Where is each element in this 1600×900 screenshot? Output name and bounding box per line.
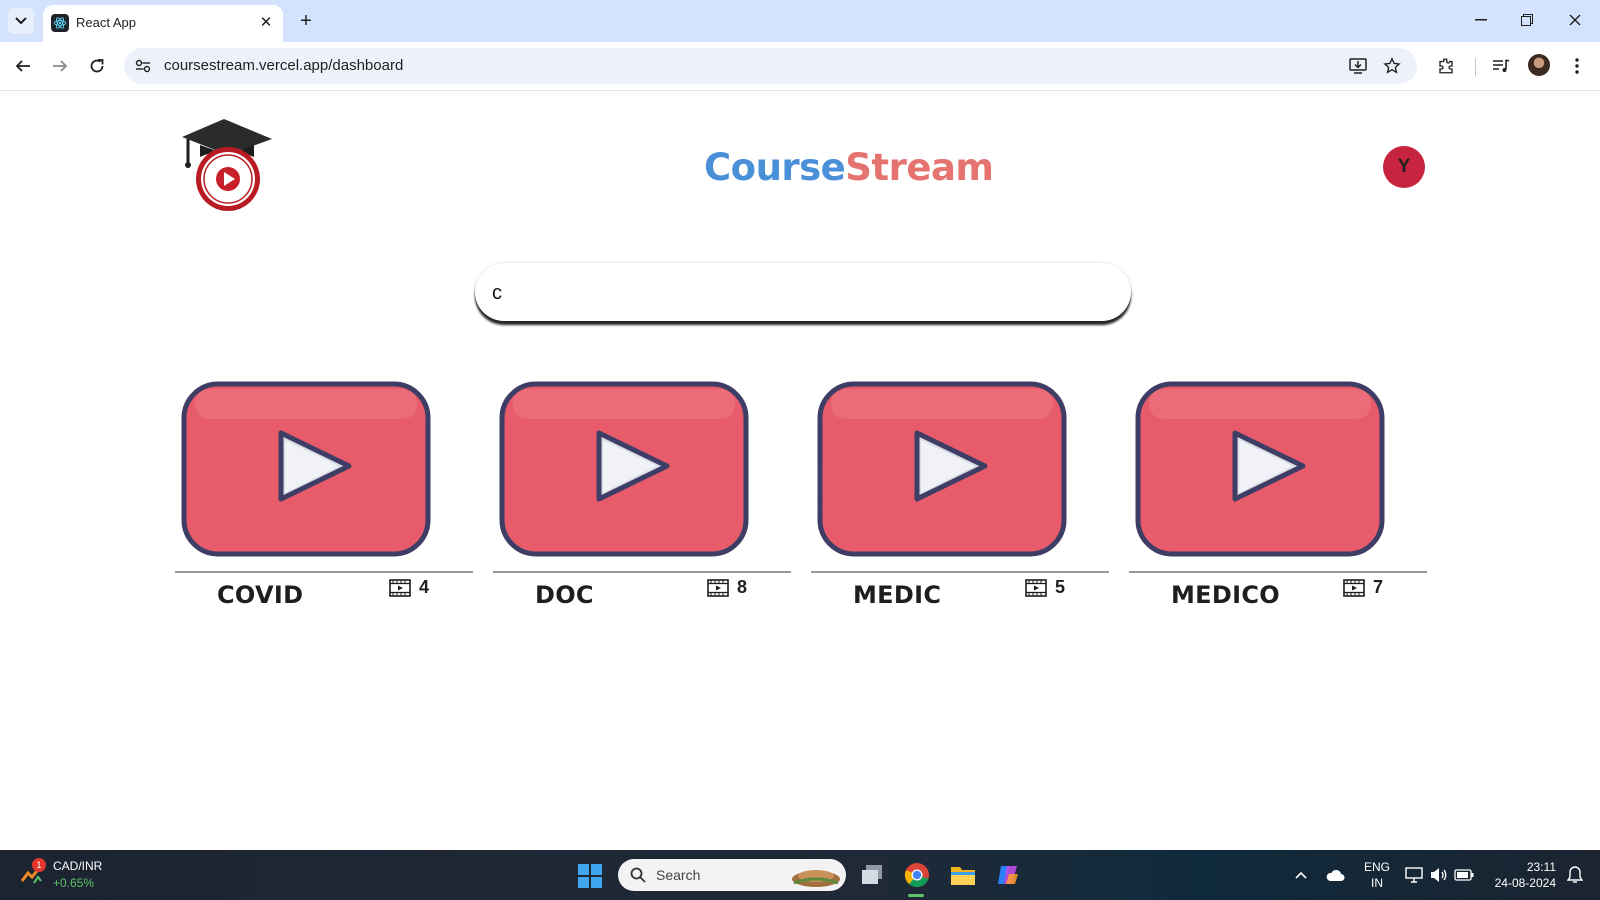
video-count: 8 — [707, 577, 747, 598]
site-info-icon[interactable] — [134, 57, 152, 75]
video-count-value: 5 — [1055, 577, 1066, 597]
url-text[interactable]: coursestream.vercel.app/dashboard — [164, 57, 403, 74]
brand-title: CourseStream — [704, 146, 994, 189]
address-bar[interactable]: coursestream.vercel.app/dashboard — [124, 48, 1417, 84]
search-highlight-image — [792, 870, 840, 887]
tab-title: React App — [76, 15, 136, 30]
language-code: ENG — [1363, 860, 1390, 874]
brand-title-course: Course — [704, 146, 846, 189]
notification-badge: 1 — [32, 858, 46, 872]
card-divider — [493, 571, 791, 573]
notifications-bell-icon[interactable] — [1564, 864, 1586, 886]
language-indicator[interactable]: ENG IN — [1362, 859, 1392, 891]
back-button[interactable] — [7, 50, 39, 82]
video-count-value: 7 — [1373, 577, 1384, 597]
card-divider — [811, 571, 1109, 573]
reload-button[interactable] — [81, 50, 113, 82]
new-tab-button[interactable]: + — [294, 9, 318, 33]
forward-button[interactable] — [44, 50, 76, 82]
course-search-input[interactable] — [490, 275, 1094, 311]
active-app-indicator — [908, 894, 924, 897]
extensions-icon[interactable] — [1432, 52, 1460, 80]
course-title: MEDICO — [1171, 581, 1280, 609]
onedrive-cloud-icon[interactable] — [1324, 864, 1346, 886]
course-title: MEDIC — [853, 581, 942, 609]
chevron-up-icon[interactable] — [1290, 864, 1312, 886]
tab-close-icon[interactable]: ✕ — [257, 13, 275, 31]
site-logo[interactable] — [180, 117, 275, 213]
reload-icon — [90, 59, 104, 73]
windows-start-icon[interactable] — [578, 864, 602, 888]
search-icon — [630, 867, 646, 883]
battery-icon[interactable] — [1453, 864, 1475, 886]
film-icon — [1025, 578, 1047, 597]
toolbar-separator — [1475, 58, 1476, 76]
user-avatar[interactable]: Y — [1383, 146, 1425, 188]
region-code: IN — [1371, 876, 1383, 890]
browser-toolbar: coursestream.vercel.app/dashboard — [0, 42, 1600, 91]
install-app-icon[interactable] — [1346, 54, 1370, 78]
tab-search-button[interactable] — [8, 8, 34, 34]
card-divider — [175, 571, 473, 573]
close-icon — [1569, 14, 1581, 26]
video-count: 4 — [389, 577, 429, 598]
chevron-down-icon — [15, 17, 27, 25]
course-card-medic[interactable]: MEDIC 5 — [811, 381, 1109, 621]
minimize-icon — [1475, 19, 1487, 21]
menu-kebab-icon[interactable] — [1563, 52, 1591, 80]
copilot-icon[interactable] — [993, 860, 1023, 890]
chrome-taskbar-icon[interactable] — [902, 860, 932, 890]
media-control-icon[interactable] — [1487, 52, 1515, 80]
taskbar-search[interactable]: Search — [618, 859, 846, 891]
course-search-box[interactable] — [475, 263, 1131, 321]
restore-button[interactable] — [1512, 8, 1542, 32]
close-window-button[interactable] — [1560, 8, 1590, 32]
windows-taskbar: 1 CAD/INR +0.65% Search ENG IN 23:11 24-… — [0, 850, 1600, 900]
bookmark-star-icon[interactable] — [1380, 54, 1404, 78]
restore-icon — [1521, 14, 1533, 26]
video-play-thumbnail-icon[interactable] — [1135, 381, 1385, 557]
browser-tab-strip: React App ✕ + — [0, 0, 1600, 42]
volume-icon[interactable] — [1428, 864, 1450, 886]
film-icon — [389, 578, 411, 597]
video-count-value: 4 — [419, 577, 430, 597]
film-icon — [1343, 578, 1365, 597]
course-card-covid[interactable]: COVID 4 — [175, 381, 473, 621]
course-title: COVID — [217, 581, 304, 609]
react-icon — [51, 14, 69, 32]
video-count: 5 — [1025, 577, 1065, 598]
browser-tab[interactable]: React App ✕ — [43, 5, 283, 42]
video-play-thumbnail-icon[interactable] — [499, 381, 749, 557]
video-count-value: 8 — [737, 577, 748, 597]
file-explorer-icon[interactable] — [948, 860, 978, 890]
course-card-doc[interactable]: DOC 8 — [493, 381, 791, 621]
arrow-right-icon — [53, 60, 68, 72]
clock-date: 24-08-2024 — [1494, 876, 1556, 890]
arrow-left-icon — [15, 60, 30, 72]
network-icon[interactable] — [1403, 864, 1425, 886]
video-play-thumbnail-icon[interactable] — [181, 381, 431, 557]
currency-pair: CAD/INR — [53, 859, 103, 873]
video-play-thumbnail-icon[interactable] — [817, 381, 1067, 557]
system-clock[interactable]: 23:11 24-08-2024 — [1486, 859, 1556, 891]
film-icon — [707, 578, 729, 597]
brand-title-stream: Stream — [845, 146, 994, 189]
video-count: 7 — [1343, 577, 1383, 598]
course-title: DOC — [535, 581, 594, 609]
task-view-icon[interactable] — [857, 860, 887, 890]
profile-avatar[interactable] — [1528, 54, 1550, 76]
clock-time: 23:11 — [1526, 860, 1556, 874]
minimize-button[interactable] — [1466, 8, 1496, 32]
currency-change: +0.65% — [53, 876, 95, 890]
taskbar-search-label: Search — [656, 867, 701, 883]
course-card-medico[interactable]: MEDICO 7 — [1129, 381, 1427, 621]
graduation-play-logo-icon — [182, 119, 272, 211]
card-divider — [1129, 571, 1427, 573]
